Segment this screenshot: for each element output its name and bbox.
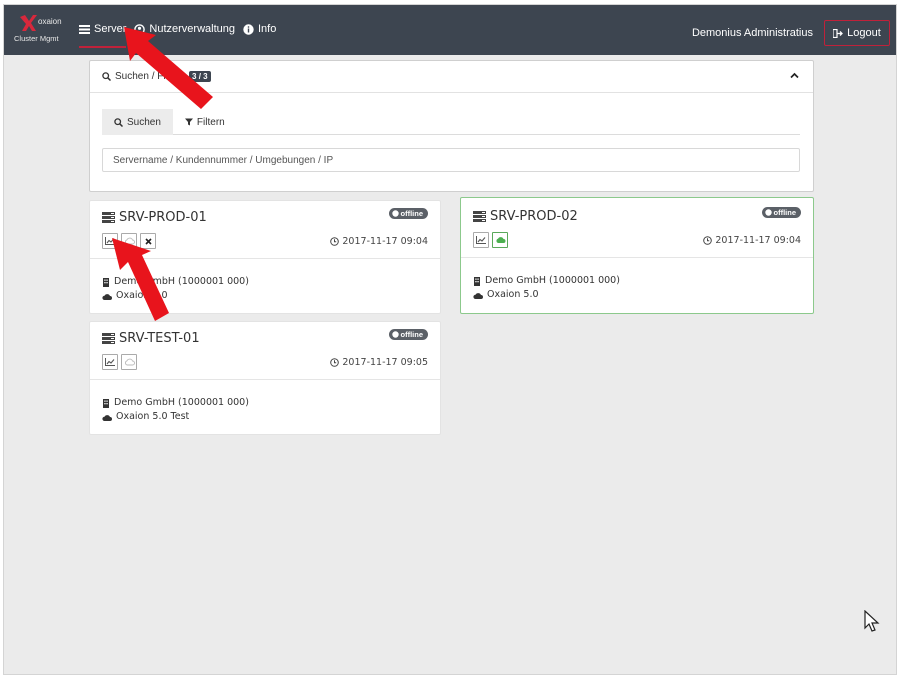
search-panel-header[interactable]: Suchen / Filtern 3 / 3 [90, 61, 813, 93]
current-user-name[interactable]: Demonius Administratius [692, 27, 813, 39]
customer-row: Demo GmbH (1000001 000) [102, 275, 249, 289]
server-list-icon [473, 211, 486, 222]
status-label: offline [773, 208, 797, 217]
power-icon [391, 210, 399, 217]
brand-name: oxaion [38, 17, 62, 26]
search-tabs: Suchen Filtern [102, 109, 800, 135]
customer-label: Demo GmbH (1000001 000) [114, 397, 249, 408]
oxaion-logo-icon [20, 15, 37, 31]
result-count-badge: 3 / 3 [189, 71, 211, 82]
server-card-body: Demo GmbH (1000001 000) Oxaion 5.0 [473, 274, 620, 302]
server-card-header: SRV-TEST-01 offline 2017-11-17 09:05 [90, 322, 440, 380]
building-icon [102, 398, 110, 408]
timestamp-label: 2017-11-17 09:05 [342, 357, 428, 368]
clock-icon [330, 237, 340, 246]
cloud-icon [102, 414, 112, 421]
cloud-off-icon[interactable] [121, 233, 137, 249]
search-icon [114, 117, 123, 127]
server-actions [102, 233, 156, 249]
last-update-timestamp: 2017-11-17 09:05 [330, 357, 428, 368]
last-update-timestamp: 2017-11-17 09:04 [330, 236, 428, 247]
server-name: SRV-PROD-02 [473, 209, 578, 224]
clock-icon [330, 358, 340, 367]
main-nav: Server Nutzerverwaltung Info [79, 20, 276, 48]
app-window: oxaion Cluster Mgmt Server Nutzerverwalt… [3, 4, 897, 675]
tab-label: Suchen [127, 116, 161, 128]
cloud-upload-icon[interactable] [492, 232, 508, 248]
logout-label: Logout [847, 27, 881, 39]
search-input[interactable] [102, 148, 800, 172]
building-icon [102, 277, 110, 287]
building-icon [473, 276, 481, 286]
cloud-icon [473, 292, 483, 299]
environment-row: Oxaion 5.0 [473, 288, 620, 302]
customer-label: Demo GmbH (1000001 000) [485, 275, 620, 286]
mouse-cursor-icon [864, 610, 880, 632]
last-update-timestamp: 2017-11-17 09:04 [703, 235, 801, 246]
user-circle-icon [134, 23, 146, 35]
clock-icon [703, 236, 713, 245]
cloud-off-icon[interactable] [121, 354, 137, 370]
close-icon[interactable] [140, 233, 156, 249]
environment-label: Oxaion 5.0 Test [116, 411, 190, 422]
nav-item-label: Nutzerverwaltung [149, 23, 235, 35]
filter-icon [184, 118, 193, 126]
server-card-body: Demo GmbH (1000001 000) Oxaion 5.0 Test [102, 396, 249, 424]
server-card-srv-prod-02[interactable]: SRV-PROD-02 offline 2017-11-17 09:04 Dem… [460, 197, 814, 314]
timestamp-label: 2017-11-17 09:04 [715, 235, 801, 246]
nav-item-label: Server [94, 23, 127, 35]
server-card-srv-prod-01[interactable]: SRV-PROD-01 offline 2017-11-17 09:04 Dem… [89, 200, 441, 314]
server-name: SRV-TEST-01 [102, 331, 200, 346]
logout-button[interactable]: Logout [824, 20, 890, 46]
timestamp-label: 2017-11-17 09:04 [342, 236, 428, 247]
sign-out-icon [833, 28, 844, 38]
environment-label: Oxaion 5.0 [116, 290, 168, 301]
nav-item-server[interactable]: Server [79, 20, 127, 48]
chart-icon[interactable] [102, 354, 118, 370]
status-label: offline [400, 209, 424, 218]
server-card-srv-test-01[interactable]: SRV-TEST-01 offline 2017-11-17 09:05 Dem… [89, 321, 441, 435]
environment-label: Oxaion 5.0 [487, 289, 539, 300]
nav-item-nutzerverwaltung[interactable]: Nutzerverwaltung [134, 20, 235, 38]
status-badge: offline [761, 207, 801, 218]
tab-label: Filtern [196, 116, 225, 128]
search-filter-panel: Suchen / Filtern 3 / 3 Suchen Filtern [89, 60, 814, 192]
tab-filtern[interactable]: Filtern [173, 109, 237, 135]
nav-item-label: Info [258, 23, 277, 35]
nav-item-info[interactable]: Info [243, 20, 276, 38]
status-label: offline [400, 330, 424, 339]
search-icon [102, 72, 111, 81]
chevron-up-icon[interactable] [790, 71, 799, 82]
customer-label: Demo GmbH (1000001 000) [114, 276, 249, 287]
server-list-icon [102, 212, 115, 223]
brand-subtitle: Cluster Mgmt [14, 34, 59, 43]
server-name-label: SRV-PROD-02 [490, 209, 578, 224]
customer-row: Demo GmbH (1000001 000) [102, 396, 249, 410]
power-icon [764, 209, 772, 216]
server-card-header: SRV-PROD-02 offline 2017-11-17 09:04 [461, 200, 813, 258]
environment-row: Oxaion 5.0 [102, 289, 249, 303]
server-actions [473, 232, 508, 248]
tab-suchen[interactable]: Suchen [102, 109, 173, 135]
server-name-label: SRV-PROD-01 [119, 210, 207, 225]
search-panel-title: Suchen / Filtern [115, 71, 186, 82]
server-actions [102, 354, 137, 370]
cloud-icon [102, 293, 112, 300]
server-name-label: SRV-TEST-01 [119, 331, 200, 346]
top-navbar: oxaion Cluster Mgmt Server Nutzerverwalt… [4, 5, 896, 55]
server-name: SRV-PROD-01 [102, 210, 207, 225]
status-badge: offline [388, 329, 428, 340]
server-card-body: Demo GmbH (1000001 000) Oxaion 5.0 [102, 275, 249, 303]
server-icon [79, 24, 90, 34]
chart-icon[interactable] [102, 233, 118, 249]
server-list-icon [102, 333, 115, 344]
app-logo[interactable]: oxaion Cluster Mgmt [14, 12, 70, 48]
power-icon [391, 331, 399, 338]
server-card-header: SRV-PROD-01 offline 2017-11-17 09:04 [90, 201, 440, 259]
customer-row: Demo GmbH (1000001 000) [473, 274, 620, 288]
status-badge: offline [388, 208, 428, 219]
chart-icon[interactable] [473, 232, 489, 248]
environment-row: Oxaion 5.0 Test [102, 410, 249, 424]
info-icon [243, 23, 254, 35]
